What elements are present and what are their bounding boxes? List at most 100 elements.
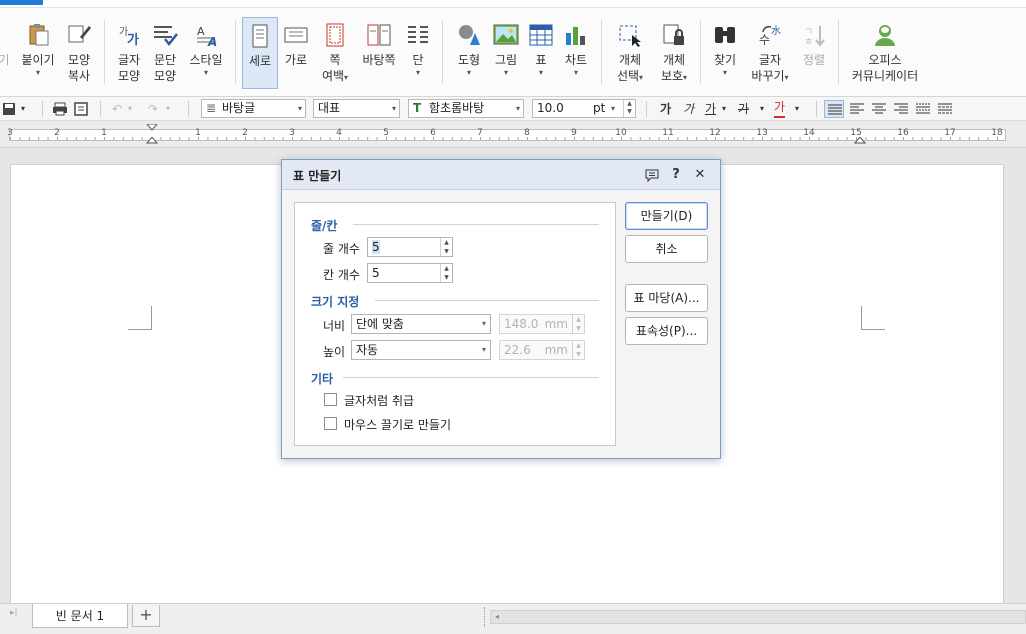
- font-size-combo[interactable]: 10.0 pt ▾ ▲ ▼: [532, 99, 636, 118]
- ribbon-item-shape[interactable]: 도형 ▾: [452, 17, 486, 89]
- height-spinner[interactable]: ▲ ▼: [572, 341, 584, 359]
- ribbon-item-find[interactable]: 찾기 ▾: [708, 17, 742, 89]
- cancel-button[interactable]: 취소: [625, 235, 708, 263]
- ribbon-item-char-shape[interactable]: 가가 글자 모양: [112, 17, 146, 89]
- chevron-down-icon[interactable]: ▾: [21, 100, 25, 118]
- lock-icon: [663, 24, 684, 45]
- ribbon-item-style[interactable]: AA 스타일 ▾: [185, 17, 227, 89]
- ribbon-item-para-shape[interactable]: 문단 모양: [148, 17, 182, 89]
- undo-icon[interactable]: ↶: [112, 100, 122, 118]
- ribbon-item-page-margin[interactable]: 쪽 여백▾: [316, 17, 354, 89]
- treat-as-char-checkbox[interactable]: [324, 393, 337, 406]
- print-icon[interactable]: [52, 100, 68, 118]
- ribbon: 기 붙이기 ▾ 모양 복사 가가 글자 모양 문단 모양 AA 스타일 ▾ 세로: [0, 0, 1026, 97]
- ribbon-item-label: 글자: [758, 53, 782, 67]
- ribbon-item-cut[interactable]: 기: [0, 17, 12, 89]
- dialog-titlebar[interactable]: 표 만들기 ? ✕: [282, 160, 720, 190]
- ribbon-item-columns[interactable]: 단 ▾: [403, 17, 433, 89]
- help-icon[interactable]: ?: [668, 167, 684, 183]
- toolbar-separator: [42, 101, 43, 117]
- distribute-button[interactable]: [914, 100, 932, 118]
- horizontal-scrollbar[interactable]: ◂: [490, 610, 1026, 624]
- font-size-value: 10.0: [537, 101, 564, 115]
- tab-document-1[interactable]: 빈 문서 1: [32, 604, 128, 628]
- ribbon-item-chart[interactable]: 차트 ▾: [560, 17, 592, 89]
- chevron-down-icon[interactable]: ▾: [795, 100, 799, 118]
- align-left-button[interactable]: [848, 100, 866, 118]
- horizontal-ruler[interactable]: 3 2 1 1 2 3 4 5 6 7 8 9 10 11 12 13 14 15 16 17 18: [0, 122, 1026, 148]
- underline-button[interactable]: 가: [705, 100, 716, 118]
- svg-text:A: A: [197, 25, 205, 38]
- ribbon-item-table[interactable]: 표 ▾: [526, 17, 556, 89]
- chevron-down-icon[interactable]: ▾: [128, 100, 132, 118]
- bold-button[interactable]: 가: [660, 100, 671, 118]
- align-center-button[interactable]: [870, 100, 888, 118]
- binoculars-icon: [715, 27, 735, 43]
- width-spinner[interactable]: ▲ ▼: [572, 315, 584, 333]
- chevron-down-icon[interactable]: ▾: [722, 100, 726, 118]
- tab-scroll-icon[interactable]: ▸|: [10, 608, 18, 618]
- ribbon-item-object-protect[interactable]: 개체 보호▾: [654, 17, 694, 89]
- ribbon-item-format-copy[interactable]: 모양 복사: [61, 17, 97, 89]
- font-color-button[interactable]: 가: [774, 100, 786, 118]
- ribbon-item-replace[interactable]: 수水 글자 바꾸기▾: [748, 17, 792, 89]
- language-combo[interactable]: 대표 ▾: [313, 99, 400, 118]
- section-size: 크기 지정: [311, 295, 360, 309]
- ribbon-item-master-page[interactable]: 바탕쪽: [358, 17, 400, 89]
- width-mode-select[interactable]: 단에 맞춤 ▾: [351, 314, 491, 334]
- margin-corner-marker: [128, 306, 152, 330]
- ribbon-item-label: 개체: [618, 53, 642, 67]
- ribbon-item-sort[interactable]: ㄱㅎ 정렬: [797, 17, 831, 89]
- ribbon-item-label2: 보호: [660, 69, 684, 83]
- preview-icon[interactable]: [74, 100, 88, 118]
- comment-icon[interactable]: [644, 167, 660, 183]
- strikethrough-button[interactable]: 가: [738, 100, 749, 118]
- font-combo[interactable]: T 함초롬바탕 ▾: [408, 99, 524, 118]
- height-value-input[interactable]: 22.6 mm ▲ ▼: [499, 340, 585, 360]
- ribbon-item-portrait[interactable]: 세로: [242, 17, 278, 89]
- right-indent-marker[interactable]: [854, 137, 866, 147]
- ribbon-item-landscape[interactable]: 가로: [280, 17, 312, 89]
- section-divider: [375, 300, 599, 301]
- scroll-left-icon[interactable]: ◂: [495, 612, 499, 621]
- style-combo-value: 바탕글: [222, 101, 256, 115]
- left-indent-marker[interactable]: [146, 137, 158, 147]
- split-distribute-button[interactable]: [936, 100, 954, 118]
- save-icon[interactable]: [2, 100, 16, 118]
- paragraph-style-icon: ≣: [206, 101, 217, 115]
- close-icon[interactable]: ✕: [692, 167, 708, 183]
- redo-icon[interactable]: ↷: [148, 100, 158, 118]
- first-indent-marker[interactable]: [146, 124, 158, 134]
- landscape-page-icon: [284, 27, 308, 43]
- ribbon-item-object-select[interactable]: 개체 선택▾: [610, 17, 650, 89]
- file-tab-indicator[interactable]: [0, 0, 43, 5]
- height-mode-select[interactable]: 자동 ▾: [351, 340, 491, 360]
- align-right-button[interactable]: [892, 100, 910, 118]
- table-style-button[interactable]: 표 마당(A)...: [625, 284, 708, 312]
- font-type-icon: T: [413, 101, 422, 115]
- ribbon-item-picture[interactable]: 그림 ▾: [489, 17, 523, 89]
- style-combo[interactable]: ≣ 바탕글 ▾: [201, 99, 306, 118]
- splitter-handle[interactable]: [484, 607, 486, 627]
- ribbon-item-office-communicator[interactable]: 오피스 커뮤니케이터: [848, 17, 922, 89]
- ribbon-item-label: 가로: [284, 53, 308, 67]
- rows-spinner[interactable]: ▲ ▼: [440, 238, 452, 256]
- ribbon-item-label: 바탕쪽: [362, 53, 396, 67]
- ribbon-item-paste[interactable]: 붙이기 ▾: [16, 17, 60, 89]
- ribbon-item-label2: 복사: [67, 69, 91, 83]
- cols-spinner[interactable]: ▲ ▼: [440, 264, 452, 282]
- align-justify-button[interactable]: [824, 100, 844, 118]
- ribbon-separator: [700, 20, 701, 84]
- ribbon-item-label: 기: [0, 53, 10, 67]
- add-tab-button[interactable]: +: [132, 605, 160, 627]
- width-value-input[interactable]: 148.0 mm ▲ ▼: [499, 314, 585, 334]
- chevron-down-icon[interactable]: ▾: [166, 100, 170, 118]
- italic-button[interactable]: 가: [683, 100, 694, 118]
- mouse-drag-checkbox[interactable]: [324, 417, 337, 430]
- table-properties-button[interactable]: 표속성(P)...: [625, 317, 708, 345]
- cols-input[interactable]: 5 ▲ ▼: [367, 263, 453, 283]
- font-size-spinner[interactable]: ▲ ▼: [623, 100, 635, 117]
- chevron-down-icon[interactable]: ▾: [760, 100, 764, 118]
- rows-input[interactable]: 5 ▲ ▼: [367, 237, 453, 257]
- create-button[interactable]: 만들기(D): [625, 202, 708, 230]
